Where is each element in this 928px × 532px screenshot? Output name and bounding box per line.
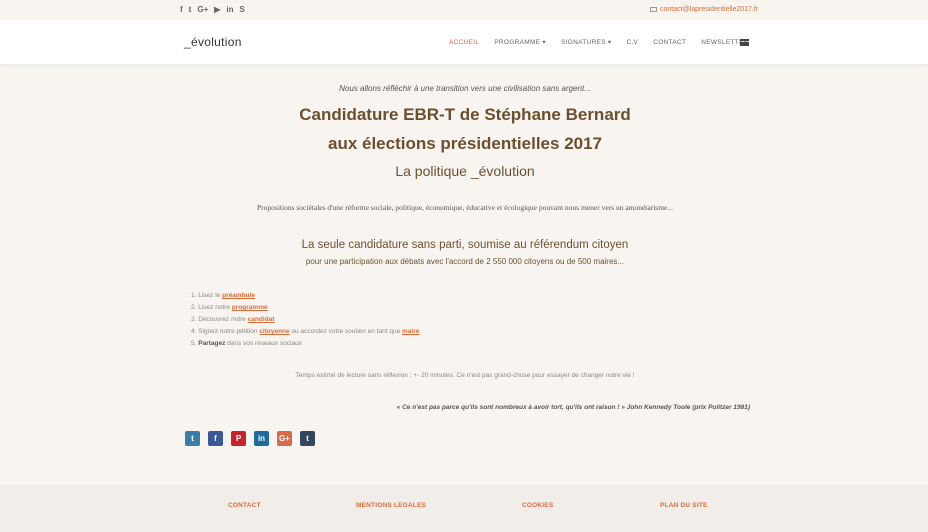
top-social-links: f t G+ ▶ in S <box>180 5 245 15</box>
footer-link-contact[interactable]: CONTACT <box>228 502 261 509</box>
citoyenne-link[interactable]: citoyenne <box>259 328 289 335</box>
partagez-text: Partagez <box>198 340 226 347</box>
page-title-line2: aux élections présidentielles 2017 <box>327 134 603 153</box>
skype-icon[interactable]: S <box>240 5 245 15</box>
maire-link[interactable]: maire <box>402 328 419 335</box>
pinterest-share-icon[interactable]: P <box>231 431 246 446</box>
main-navbar: _évolution ACCUEIL PROGRAMME ▾ SIGNATURE… <box>0 20 928 65</box>
page-title-line1: Candidature EBR-T de Stéphane Bernard <box>299 105 631 124</box>
hamburger-menu-icon[interactable] <box>740 39 749 46</box>
linkedin-icon[interactable]: in <box>226 5 233 15</box>
nav-item-programme[interactable]: PROGRAMME ▾ <box>494 38 546 46</box>
proposals-text: Propositions sociétales d'une réforme so… <box>256 203 674 212</box>
list-item: 2. Lisez notre programme <box>191 304 268 311</box>
list-item: 4. Signez notre pétition citoyenne ou ac… <box>191 328 420 335</box>
nav-item-signatures[interactable]: SIGNATURES ▾ <box>561 38 611 46</box>
share-icons: t f P in G+ t <box>185 431 315 446</box>
facebook-icon[interactable]: f <box>180 5 183 15</box>
contact-email-text: contact@lapresidentielle2017.fr <box>660 6 759 13</box>
tagline: La seule candidature sans parti, soumise… <box>301 239 629 251</box>
footer-link-cookies[interactable]: COOKIES <box>522 502 553 509</box>
nav-item-cv[interactable]: C.V <box>626 39 638 46</box>
list-item: 3. Découvrez notre candidat <box>191 316 275 323</box>
footer-link-plan-du-site[interactable]: PLAN DU SITE <box>660 502 708 509</box>
linkedin-share-icon[interactable]: in <box>254 431 269 446</box>
top-bar: f t G+ ▶ in S contact@lapresidentielle20… <box>0 0 928 20</box>
nav-item-accueil[interactable]: ACCUEIL <box>449 39 479 46</box>
list-item: 5. Partagez dans vos réseaux sociaux <box>191 340 302 347</box>
twitter-icon[interactable]: t <box>189 5 192 15</box>
intro-text: Nous allons réfléchir à une transition v… <box>339 84 591 93</box>
candidat-link[interactable]: candidat <box>248 316 275 323</box>
quote-text: « Ce n'est pas parce qu'ils sont nombreu… <box>396 404 750 411</box>
main-nav: ACCUEIL PROGRAMME ▾ SIGNATURES ▾ C.V CON… <box>449 38 764 47</box>
steps-list: 1. Lisez le préambule 2. Lisez notre pro… <box>191 290 419 350</box>
youtube-icon[interactable]: ▶ <box>214 5 220 15</box>
page-subtitle: La politique _évolution <box>395 163 535 179</box>
tagline-sub: pour une participation aux débats avec l… <box>305 257 625 266</box>
reading-time-text: Temps estimé de lecture sans réflexion :… <box>295 372 635 379</box>
footer-link-mentions-legales[interactable]: MENTIONS LEGALES <box>356 502 426 509</box>
nav-item-contact[interactable]: CONTACT <box>653 39 686 46</box>
footer: CONTACT MENTIONS LEGALES COOKIES PLAN DU… <box>0 485 928 532</box>
preambule-link[interactable]: préambule <box>222 292 255 299</box>
envelope-icon <box>650 7 657 12</box>
twitter-share-icon[interactable]: t <box>185 431 200 446</box>
facebook-share-icon[interactable]: f <box>208 431 223 446</box>
site-logo[interactable]: _évolution <box>184 35 242 49</box>
contact-email-link[interactable]: contact@lapresidentielle2017.fr <box>650 5 758 15</box>
list-item: 1. Lisez le préambule <box>191 292 255 299</box>
google-plus-share-icon[interactable]: G+ <box>277 431 292 446</box>
google-plus-icon[interactable]: G+ <box>197 5 208 15</box>
programme-link[interactable]: programme <box>232 304 268 311</box>
tumblr-share-icon[interactable]: t <box>300 431 315 446</box>
